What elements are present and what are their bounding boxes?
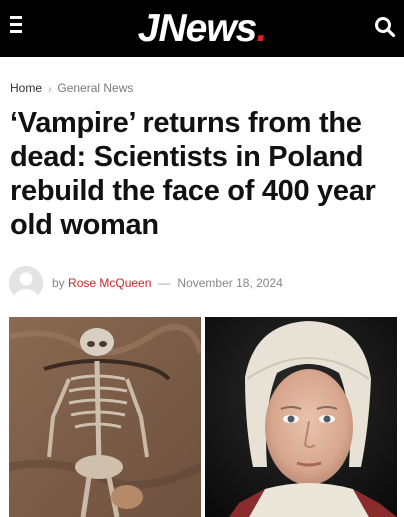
breadcrumb-home-link[interactable]: Home bbox=[10, 81, 42, 95]
avatar-placeholder-icon bbox=[9, 266, 43, 300]
publish-date: November 18, 2024 bbox=[177, 276, 283, 290]
featured-image-art bbox=[9, 317, 397, 517]
breadcrumb-category-link[interactable]: General News bbox=[57, 81, 133, 95]
logo-dot: . bbox=[256, 7, 267, 50]
skeleton-photo bbox=[9, 317, 204, 517]
reconstructed-face-photo bbox=[205, 317, 397, 517]
logo-text: JNews bbox=[137, 7, 258, 50]
site-header: JNews. bbox=[0, 0, 404, 57]
author-avatar[interactable] bbox=[9, 266, 43, 300]
site-logo[interactable]: JNews. bbox=[0, 0, 404, 57]
logo-wordmark: JNews. bbox=[137, 0, 267, 57]
search-icon-glyph bbox=[375, 17, 396, 38]
author-link[interactable]: Rose McQueen bbox=[68, 276, 151, 290]
featured-image[interactable] bbox=[9, 317, 397, 517]
search-icon[interactable] bbox=[374, 16, 396, 38]
by-label: by bbox=[52, 276, 65, 290]
article-meta: by Rose McQueen — November 18, 2024 bbox=[9, 266, 399, 300]
article-title: ‘Vampire’ returns from the dead: Scienti… bbox=[10, 107, 376, 241]
byline: by Rose McQueen — November 18, 2024 bbox=[52, 276, 283, 290]
breadcrumb-separator: › bbox=[48, 84, 52, 95]
breadcrumb: Home › General News bbox=[10, 81, 133, 95]
byline-dash: — bbox=[158, 276, 171, 290]
